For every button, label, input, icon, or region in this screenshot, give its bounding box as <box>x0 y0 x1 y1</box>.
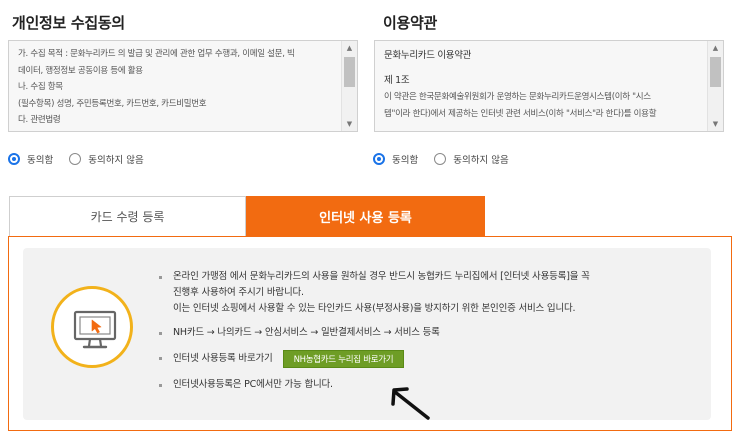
privacy-line: 데이터, 행정정보 공동이용 등에 활용 <box>18 65 143 76</box>
scroll-down-arrow-icon[interactable]: ▼ <box>342 117 357 131</box>
terms-line: 템"이라 한다)에서 제공하는 인터넷 관련 서비스(이하 "서비스"라 한다)… <box>384 108 657 119</box>
computer-icon <box>51 286 133 368</box>
terms-consent-radios: 동의함 동의하지 않음 <box>373 152 525 166</box>
instruction-path-text: NH카드 → 나의카드 → 안심서비스 → 일반결제서비스 → 서비스 등록 <box>173 327 440 338</box>
terms-heading: 문화누리카드 이용약관 <box>384 50 472 61</box>
terms-agree-radio[interactable] <box>373 153 385 165</box>
registration-tabs: 카드 수령 등록 인터넷 사용 등록 <box>8 196 732 236</box>
terms-disagree-option[interactable]: 동의하지 않음 <box>434 152 509 166</box>
terms-of-use-title: 이용약관 <box>383 14 438 32</box>
scroll-up-arrow-icon[interactable]: ▲ <box>342 41 357 55</box>
privacy-line: (필수항목) 성명, 주민등록번호, 카드번호, 카드비밀번호 <box>18 98 207 109</box>
registration-instructions: 온라인 가맹점 에서 문화누리카드의 사용을 원하실 경우 반드시 농협카드 누… <box>157 269 697 393</box>
terms-scrollbar[interactable]: ▲ ▼ <box>707 41 723 131</box>
terms-of-use-box[interactable]: 문화누리카드 이용약관 제 1조 이 약관은 한국문화예술위원회가 운영하는 문… <box>374 40 724 132</box>
privacy-line: 나. 수집 항목 <box>18 82 63 92</box>
shortcut-label: 인터넷 사용등록 바로가기 <box>173 353 273 364</box>
privacy-disagree-option[interactable]: 동의하지 않음 <box>69 152 144 166</box>
terms-agree-option[interactable]: 동의함 <box>373 152 418 166</box>
terms-agree-label: 동의함 <box>392 155 419 166</box>
terms-of-use-text: 문화누리카드 이용약관 제 1조 이 약관은 한국문화예술위원회가 운영하는 문… <box>375 41 707 131</box>
instruction-text: 이는 인터넷 쇼핑에서 사용할 수 있는 타인카드 사용(부정사용)을 방지하기… <box>173 303 576 314</box>
scroll-up-arrow-icon[interactable]: ▲ <box>708 41 723 55</box>
privacy-line: 가. 수집 목적 : 문화누리카드 의 발급 및 관리에 관한 업무 수행과, … <box>18 49 295 59</box>
instruction-text: 온라인 가맹점 에서 문화누리카드의 사용을 원하실 경우 반드시 농협카드 누… <box>173 271 590 282</box>
nh-card-site-button[interactable]: NH농협카드 누리집 바로가기 <box>282 350 405 368</box>
instruction-item: 온라인 가맹점 에서 문화누리카드의 사용을 원하실 경우 반드시 농협카드 누… <box>157 269 697 317</box>
info-box: 온라인 가맹점 에서 문화누리카드의 사용을 원하실 경우 반드시 농협카드 누… <box>23 248 711 420</box>
monitor-cursor-icon <box>73 310 117 349</box>
privacy-agree-label: 동의함 <box>27 155 54 166</box>
privacy-terms-text: 가. 수집 목적 : 문화누리카드 의 발급 및 관리에 관한 업무 수행과, … <box>9 41 341 131</box>
annotation-arrow-icon <box>391 387 430 420</box>
privacy-line: 다. 관련법령 <box>18 115 61 125</box>
tab-card-receipt[interactable]: 카드 수령 등록 <box>9 196 246 236</box>
tab-internet-registration[interactable]: 인터넷 사용 등록 <box>246 196 485 236</box>
instruction-item: 인터넷 사용등록 바로가기 NH농협카드 누리집 바로가기 <box>157 350 697 368</box>
terms-disagree-label: 동의하지 않음 <box>453 155 509 166</box>
privacy-disagree-radio[interactable] <box>69 153 82 165</box>
instruction-text: 진행후 사용하여 주시기 바랍니다. <box>173 287 304 298</box>
privacy-scrollbar[interactable]: ▲ ▼ <box>341 41 357 131</box>
scroll-thumb[interactable] <box>710 57 721 87</box>
privacy-consent-title: 개인정보 수집동의 <box>12 14 125 32</box>
privacy-agree-option[interactable]: 동의함 <box>8 152 53 166</box>
terms-line: 이 약관은 한국문화예술위원회가 운영하는 문화누리카드운영시스템(이하 "시스 <box>384 92 651 102</box>
scroll-down-arrow-icon[interactable]: ▼ <box>708 117 723 131</box>
privacy-consent-radios: 동의함 동의하지 않음 <box>8 152 160 166</box>
privacy-terms-box[interactable]: 가. 수집 목적 : 문화누리카드 의 발급 및 관리에 관한 업무 수행과, … <box>8 40 358 132</box>
instruction-item: NH카드 → 나의카드 → 안심서비스 → 일반결제서비스 → 서비스 등록 <box>157 325 697 341</box>
terms-article: 제 1조 <box>384 74 410 86</box>
internet-registration-panel: 온라인 가맹점 에서 문화누리카드의 사용을 원하실 경우 반드시 농협카드 누… <box>8 236 732 431</box>
scroll-thumb[interactable] <box>344 57 355 87</box>
privacy-agree-radio[interactable] <box>8 153 20 165</box>
privacy-disagree-label: 동의하지 않음 <box>88 155 144 166</box>
terms-disagree-radio[interactable] <box>434 153 447 165</box>
